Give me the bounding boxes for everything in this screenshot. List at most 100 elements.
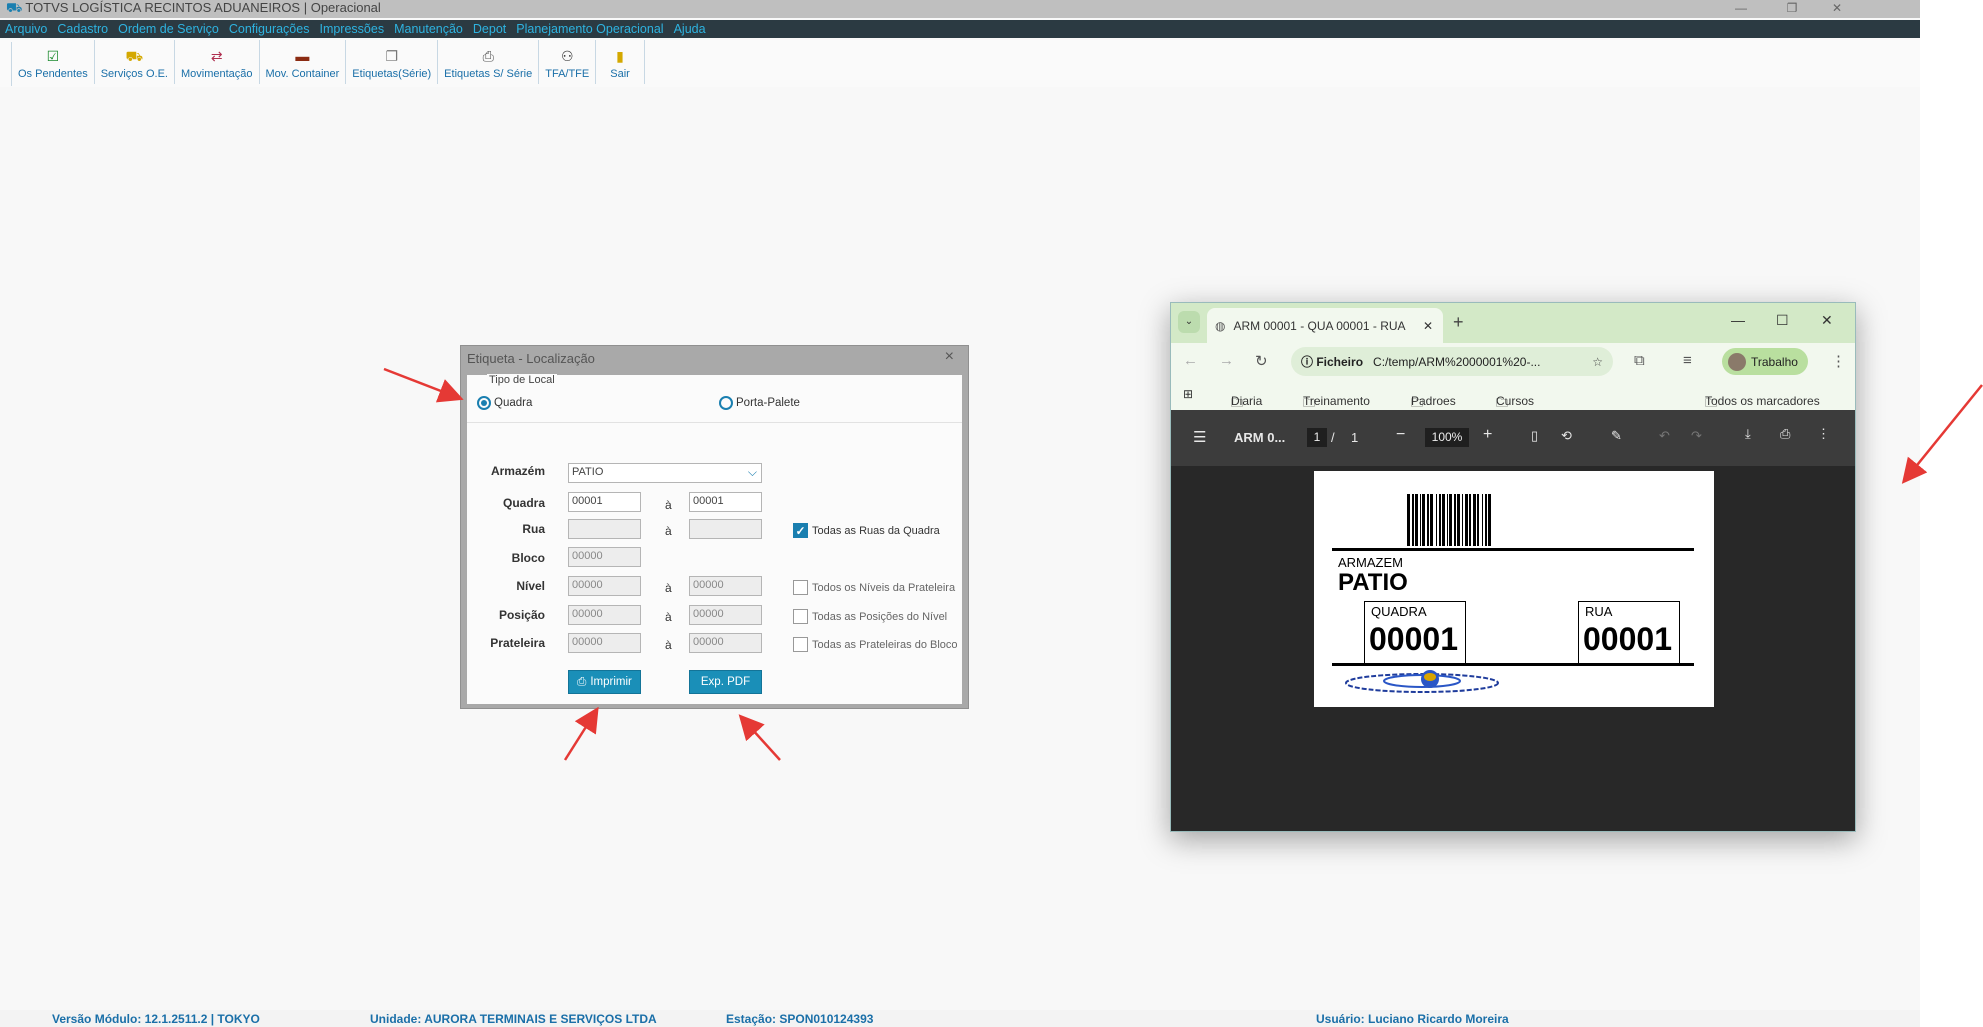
toolbar-etiquetas-sem-serie[interactable]: ⎙ Etiquetas S/ Série (438, 40, 540, 84)
check-todas-posicoes[interactable]: Todas as Posições do Nível (793, 609, 947, 624)
rotate-icon[interactable]: ⟲ (1561, 428, 1572, 444)
reload-icon[interactable]: ↻ (1255, 352, 1268, 370)
browser-tab-active[interactable]: ◍ ARM 00001 - QUA 00001 - RUA ✕ (1207, 308, 1443, 343)
menu-planejamento[interactable]: Planejamento Operacional (516, 22, 663, 36)
nivel-de-field[interactable]: 00000 (568, 576, 641, 596)
check-todas-ruas-label: Todas as Ruas da Quadra (812, 524, 940, 537)
printer-icon: ⎙ (482, 48, 494, 64)
status-versao: Versão Módulo: 12.1.2511.2 | TOKYO (52, 1012, 260, 1026)
profile-button[interactable]: Trabalho (1722, 348, 1808, 375)
menu-ordem-servico[interactable]: Ordem de Serviço (118, 22, 219, 36)
menu-depot[interactable]: Depot (473, 22, 506, 36)
posicao-ate-field[interactable]: 00000 (689, 605, 762, 625)
toolbar-os-pendentes[interactable]: ☑ Os Pendentes (12, 40, 95, 84)
menu-manutencao[interactable]: Manutenção (394, 22, 463, 36)
menu-arquivo[interactable]: Arquivo (5, 22, 47, 36)
window-title: TOTVS LOGÍSTICA RECINTOS ADUANEIROS | Op… (25, 0, 381, 15)
toolbar-grip (0, 42, 12, 86)
pdf-zoom-input[interactable]: 100% (1425, 428, 1469, 447)
extensions-icon[interactable]: ⧉ (1634, 352, 1645, 369)
prateleira-ate-field[interactable]: 00000 (689, 633, 762, 653)
posicao-de-field[interactable]: 00000 (568, 605, 641, 625)
menu-bar: Arquivo Cadastro Ordem de Serviço Config… (0, 20, 1920, 38)
toolbar-servicos-oe[interactable]: ⛟ Serviços O.E. (95, 40, 175, 84)
minimize-button[interactable]: — (1730, 0, 1752, 16)
pdf-page-input[interactable]: 1 (1307, 428, 1327, 447)
check-todos-niveis[interactable]: Todos os Níveis da Prateleira (793, 580, 955, 595)
toolbar-label: TFA/TFE (545, 68, 590, 80)
redo-icon[interactable]: ↷ (1691, 428, 1702, 444)
close-button[interactable]: ✕ (1826, 0, 1848, 16)
label-bloco: Bloco (511, 551, 545, 565)
zoom-out-icon[interactable]: − (1396, 426, 1405, 444)
media-controls-icon[interactable]: ≡ (1683, 352, 1692, 369)
print-icon[interactable]: ⎙ (1780, 426, 1790, 442)
quadra-de-field[interactable]: 00001 (568, 492, 641, 512)
label-prateleira: Prateleira (490, 636, 545, 650)
rua-de-field[interactable] (568, 519, 641, 539)
download-icon[interactable]: ⤓ (1745, 426, 1751, 442)
profile-name: Trabalho (1751, 354, 1798, 369)
all-bookmarks-label: Todos os marcadores (1705, 394, 1820, 408)
check-todos-niveis-label: Todos os Níveis da Prateleira (812, 581, 956, 594)
menu-ajuda[interactable]: Ajuda (674, 22, 706, 36)
toolbar-label: Etiquetas S/ Série (444, 68, 533, 80)
browser-menu-icon[interactable]: ⋮ (1831, 352, 1846, 370)
pdf-page-label: ARMAZEM PATIO QUADRA 00001 RUA 00001 (1314, 471, 1714, 707)
tab-close-icon[interactable]: ✕ (1423, 319, 1433, 333)
checkbox-unchecked-icon (793, 580, 808, 595)
zoom-in-icon[interactable]: + (1483, 426, 1492, 444)
browser-close-icon[interactable]: ✕ (1821, 312, 1833, 329)
check-todas-ruas[interactable]: Todas as Ruas da Quadra (793, 523, 940, 538)
browser-maximize-icon[interactable]: ☐ (1776, 312, 1789, 329)
check-todas-prateleiras[interactable]: Todas as Prateleiras do Bloco (793, 637, 958, 652)
undo-icon[interactable]: ↶ (1659, 428, 1670, 444)
status-bar: Versão Módulo: 12.1.2511.2 | TOKYO Unida… (0, 1010, 1920, 1027)
bloco-field[interactable]: 00000 (568, 547, 641, 567)
toolbar-mov-container[interactable]: ▬ Mov. Container (260, 40, 347, 84)
menu-cadastro[interactable]: Cadastro (57, 22, 108, 36)
address-bar[interactable]: ⓘ Ficheiro C:/temp/ARM%2000001%20-... ☆ (1291, 347, 1613, 376)
new-tab-icon[interactable]: + (1453, 312, 1464, 333)
menu-impressoes[interactable]: Impressões (319, 22, 384, 36)
more-options-icon[interactable]: ⋮ (1817, 426, 1830, 442)
toolbar-label: Sair (610, 68, 630, 80)
check-todas-prateleiras-label: Todas as Prateleiras do Bloco (812, 638, 958, 651)
dialog-close-icon[interactable]: × (945, 348, 954, 366)
tab-title: ARM 00001 - QUA 00001 - RUA (1233, 318, 1406, 333)
toolbar-label: Mov. Container (265, 68, 340, 80)
fit-page-icon[interactable]: ▯ (1531, 428, 1538, 444)
armazem-select[interactable]: PATIO ⌵ (568, 463, 762, 483)
annotate-icon[interactable]: ✎ (1611, 428, 1622, 444)
radio-porta-palete[interactable]: Porta-Palete (719, 396, 800, 410)
pdf-menu-icon[interactable]: ☰ (1193, 428, 1206, 446)
radio-quadra[interactable]: Quadra (477, 396, 532, 410)
back-icon[interactable]: ← (1183, 352, 1198, 369)
apps-grid-icon[interactable]: ⊞ (1183, 387, 1193, 401)
menu-configuracoes[interactable]: Configurações (229, 22, 310, 36)
checkbox-unchecked-icon (793, 637, 808, 652)
toolbar-label: Movimentação (180, 68, 253, 80)
rua-ate-field[interactable] (689, 519, 762, 539)
imprimir-button[interactable]: ⎙ Imprimir (568, 670, 641, 694)
restore-button[interactable]: ❐ (1781, 0, 1803, 16)
tab-search-icon[interactable]: ⌄ (1178, 311, 1200, 333)
toolbar-tfa-tfe[interactable]: ⚇ TFA/TFE (539, 40, 597, 84)
avatar (1728, 352, 1746, 371)
forward-icon[interactable]: → (1219, 352, 1234, 369)
toolbar-sair[interactable]: ▮ Sair (596, 40, 645, 84)
toolbar-etiquetas-serie[interactable]: ❐ Etiquetas(Série) (346, 40, 439, 84)
quadra-ate-field[interactable]: 00001 (689, 492, 762, 512)
container-icon: ▬ (295, 48, 310, 64)
bookmark-star-icon[interactable]: ☆ (1592, 355, 1603, 369)
bookmark-label: Diaria (1231, 394, 1263, 408)
checkbox-unchecked-icon (793, 609, 808, 624)
label-nivel: Nível (516, 579, 545, 593)
file-chip[interactable]: ⓘ Ficheiro (1301, 353, 1363, 370)
exp-pdf-button[interactable]: Exp. PDF (689, 670, 762, 694)
browser-minimize-icon[interactable]: — (1731, 312, 1745, 328)
divider-line (1332, 548, 1694, 551)
prateleira-de-field[interactable]: 00000 (568, 633, 641, 653)
toolbar-movimentacao[interactable]: ⇄ Movimentação (175, 40, 260, 84)
nivel-ate-field[interactable]: 00000 (689, 576, 762, 596)
